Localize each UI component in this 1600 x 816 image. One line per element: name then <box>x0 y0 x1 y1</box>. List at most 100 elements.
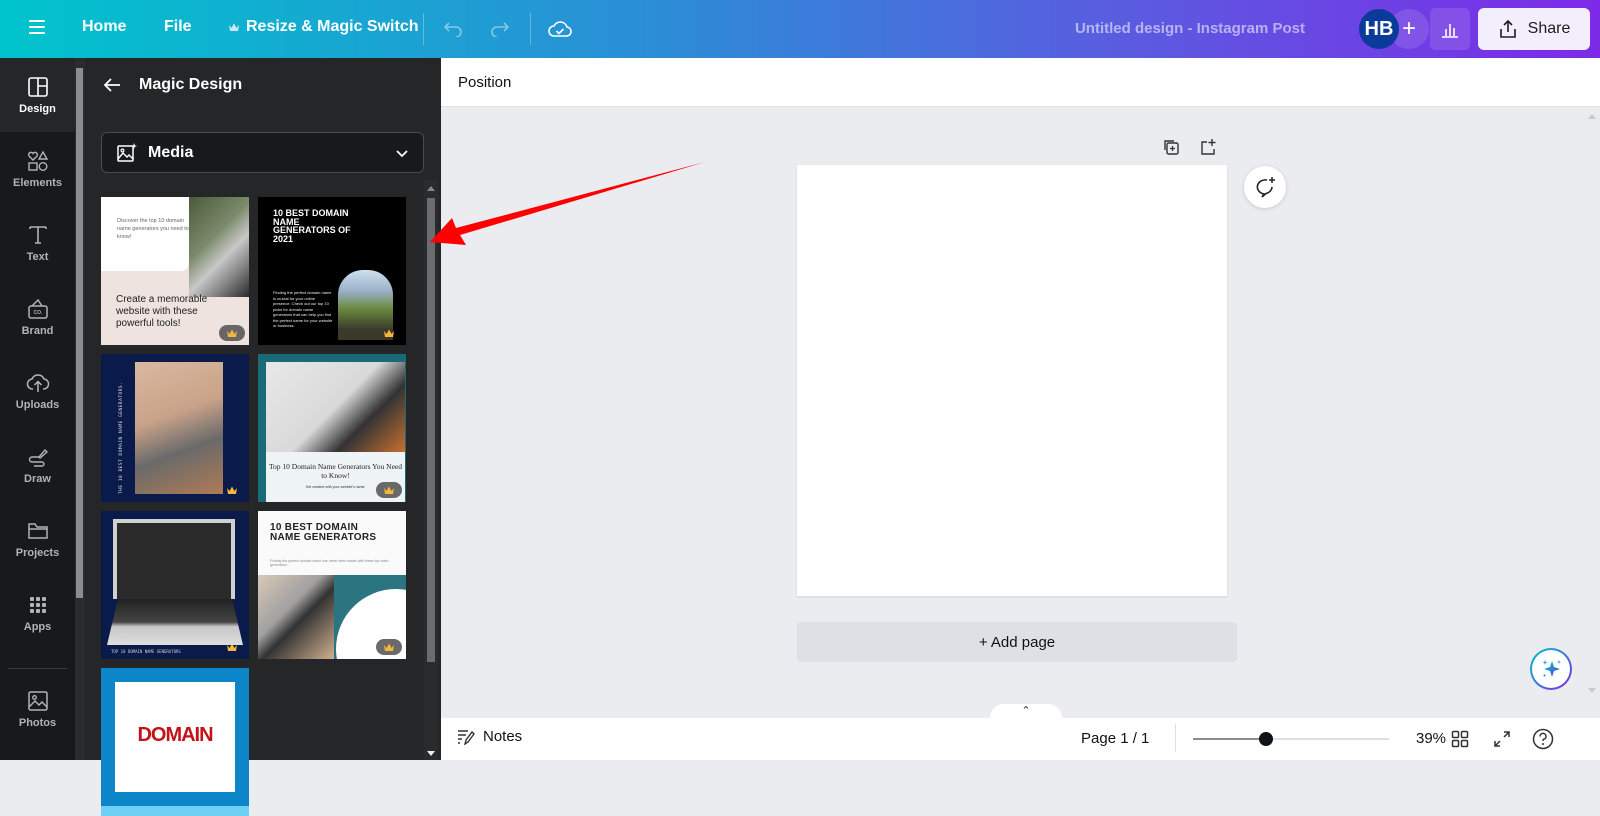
rail-scrollbar[interactable] <box>75 58 85 760</box>
divider <box>423 13 424 45</box>
bottom-bar: Notes Page 1 / 1 39% <box>441 718 1600 760</box>
add-page-icon <box>1201 139 1216 155</box>
template-photo <box>189 197 249 297</box>
add-comment-button[interactable] <box>1244 166 1286 208</box>
folder-icon <box>27 523 48 539</box>
svg-text:CO.: CO. <box>33 310 43 316</box>
zoom-slider[interactable] <box>1193 732 1389 746</box>
show-pages-toggle[interactable]: ⌃ <box>990 704 1062 718</box>
scroll-down-arrow[interactable] <box>427 751 435 756</box>
crown-icon <box>229 23 239 31</box>
cloud-check-icon <box>548 21 572 37</box>
template-card[interactable]: 10 BEST DOMAIN NAME GENERATORS Finding t… <box>258 511 406 659</box>
home-link[interactable]: Home <box>82 18 126 36</box>
duplicate-icon <box>1164 140 1179 155</box>
magic-assistant-button[interactable] <box>1530 648 1572 690</box>
zoom-slider-fill <box>1193 738 1266 740</box>
rail-item-text[interactable]: Text <box>0 206 75 280</box>
photos-icon <box>27 691 48 711</box>
premium-badge <box>376 325 402 341</box>
chevron-up-icon: ⌃ <box>1021 705 1031 717</box>
template-scrollbar[interactable] <box>424 180 438 760</box>
design-page[interactable] <box>797 165 1227 596</box>
redo-button[interactable] <box>487 16 513 42</box>
fullscreen-button[interactable] <box>1490 727 1514 751</box>
share-upload-icon <box>1499 19 1516 38</box>
back-arrow-icon[interactable] <box>103 77 121 93</box>
premium-badge <box>219 325 245 341</box>
crown-icon <box>227 329 237 337</box>
template-card[interactable]: Discover the top 10 domain name generato… <box>101 197 249 345</box>
template-photo <box>113 519 235 599</box>
top-bar: Home File Resize & Magic Switch Untitled… <box>0 0 1600 58</box>
cloud-save-status[interactable] <box>546 15 574 43</box>
rail-item-photos[interactable]: Photos <box>0 672 75 746</box>
design-icon <box>27 77 48 97</box>
context-toolbar: Position <box>441 58 1600 107</box>
page-indicator[interactable]: Page 1 / 1 <box>1081 730 1149 747</box>
rail-divider <box>8 668 67 669</box>
notes-icon <box>458 729 475 745</box>
divider <box>1175 724 1176 752</box>
magic-media-icon <box>117 142 137 162</box>
avatar[interactable]: HB <box>1359 9 1399 49</box>
template-photo <box>266 362 405 452</box>
position-button[interactable]: Position <box>458 74 511 91</box>
scrollbar-thumb[interactable] <box>76 68 83 598</box>
hamburger-icon <box>29 20 45 22</box>
template-card[interactable]: 10 BEST DOMAIN NAME GENERATORS OF 2021 F… <box>258 197 406 345</box>
template-card[interactable]: DOMAIN <box>101 668 249 816</box>
rail-item-apps[interactable]: Apps <box>0 576 75 650</box>
template-card[interactable]: THE 10 BEST DOMAIN NAME GENERATORS. <box>101 354 249 502</box>
text-icon <box>28 226 47 244</box>
rail-item-draw[interactable]: Draw <box>0 428 75 502</box>
crown-icon <box>227 486 237 494</box>
canvas-scroll-down[interactable] <box>1588 688 1596 693</box>
add-page-icon-button[interactable] <box>1197 136 1219 158</box>
notes-button[interactable]: Notes <box>457 728 522 745</box>
divider <box>530 13 531 45</box>
template-photo <box>258 575 334 659</box>
share-button[interactable]: Share <box>1478 8 1590 50</box>
main-menu-button[interactable] <box>22 16 52 42</box>
zoom-slider-handle[interactable] <box>1258 732 1273 746</box>
rail-item-brand[interactable]: CO. Brand <box>0 280 75 354</box>
premium-badge <box>219 639 245 655</box>
grid-view-icon <box>1451 730 1469 748</box>
resize-magic-switch-button[interactable]: Resize & Magic Switch <box>228 18 419 36</box>
panel-title: Magic Design <box>139 76 243 93</box>
duplicate-page-button[interactable] <box>1160 136 1182 158</box>
scroll-up-arrow[interactable] <box>427 186 435 191</box>
help-button[interactable] <box>1531 727 1555 751</box>
undo-button[interactable] <box>440 16 466 42</box>
help-icon <box>1532 728 1554 750</box>
add-page-button[interactable]: + Add page <box>797 622 1237 662</box>
rail-item-design[interactable]: Design <box>0 58 75 132</box>
template-card[interactable]: Top 10 Domain Name Generators You Need t… <box>258 354 406 502</box>
rail-item-projects[interactable]: Projects <box>0 502 75 576</box>
design-title[interactable]: Untitled design - Instagram Post <box>1075 20 1305 37</box>
rail-item-uploads[interactable]: Uploads <box>0 354 75 428</box>
crown-icon <box>384 486 394 494</box>
rail-item-elements[interactable]: Elements <box>0 132 75 206</box>
expand-icon <box>1494 731 1510 747</box>
sparkle-icon <box>1542 660 1561 677</box>
crown-icon <box>384 329 394 337</box>
file-menu[interactable]: File <box>164 18 192 36</box>
canvas-scroll-up[interactable] <box>1588 114 1596 119</box>
grid-view-button[interactable] <box>1448 727 1472 751</box>
zoom-percentage[interactable]: 39% <box>1416 730 1446 747</box>
bar-chart-icon <box>1442 24 1458 38</box>
premium-badge <box>219 482 245 498</box>
insights-button[interactable] <box>1430 8 1470 50</box>
template-card[interactable]: TOP 10 DOMAIN NAME GENERATORS <box>101 511 249 659</box>
apps-grid-icon <box>29 597 46 613</box>
brand-icon: CO. <box>27 298 48 319</box>
uploads-icon <box>26 374 49 392</box>
chevron-down-icon <box>396 149 408 157</box>
redo-icon <box>491 22 510 37</box>
magic-design-panel: Magic Design Media Discover the top 10 d… <box>85 58 441 816</box>
elements-icon <box>27 150 48 171</box>
scrollbar-thumb[interactable] <box>427 198 435 662</box>
media-dropdown[interactable]: Media <box>101 132 424 173</box>
